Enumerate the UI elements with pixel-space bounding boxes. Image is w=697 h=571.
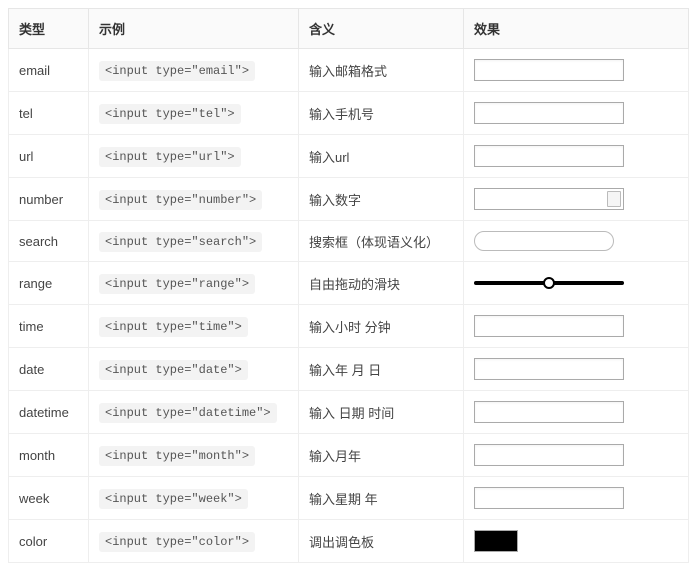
cell-meaning: 输入年 月 日 [299,348,464,391]
table-row: range <input type="range"> 自由拖动的滑块 [9,262,689,305]
table-row: month <input type="month"> 输入月年 [9,434,689,477]
cell-type: number [9,178,89,221]
cell-effect [464,434,689,477]
cell-type: color [9,520,89,563]
input-types-table: 类型 示例 含义 效果 email <input type="email"> 输入邮… [8,8,689,563]
table-row: datetime <input type="datetime"> 输入 日期 时间 [9,391,689,434]
cell-effect [464,92,689,135]
col-header-effect: 效果 [464,9,689,49]
cell-example: <input type="email"> [89,49,299,92]
cell-meaning: 输入星期 年 [299,477,464,520]
code-snippet: <input type="month"> [99,446,255,466]
text-input[interactable] [474,315,624,337]
cell-meaning: 输入小时 分钟 [299,305,464,348]
table-row: email <input type="email"> 输入邮箱格式 [9,49,689,92]
table-row: url <input type="url"> 输入url [9,135,689,178]
col-header-type: 类型 [9,9,89,49]
cell-meaning: 搜索框（体现语义化） [299,221,464,262]
code-snippet: <input type="date"> [99,360,248,380]
cell-meaning: 调出调色板 [299,520,464,563]
text-input[interactable] [474,102,624,124]
cell-effect [464,305,689,348]
cell-example: <input type="number"> [89,178,299,221]
code-snippet: <input type="search"> [99,232,262,252]
text-input[interactable] [474,487,624,509]
table-header-row: 类型 示例 含义 效果 [9,9,689,49]
cell-meaning: 输入url [299,135,464,178]
cell-effect [464,520,689,563]
cell-type: week [9,477,89,520]
table-row: tel <input type="tel"> 输入手机号 [9,92,689,135]
cell-effect [464,262,689,305]
cell-effect [464,49,689,92]
cell-example: <input type="range"> [89,262,299,305]
code-snippet: <input type="datetime"> [99,403,277,423]
search-input[interactable] [474,231,614,251]
cell-meaning: 输入邮箱格式 [299,49,464,92]
code-snippet: <input type="range"> [99,274,255,294]
code-snippet: <input type="time"> [99,317,248,337]
cell-example: <input type="datetime"> [89,391,299,434]
code-snippet: <input type="url"> [99,147,241,167]
text-input[interactable] [474,401,624,423]
cell-example: <input type="color"> [89,520,299,563]
cell-type: tel [9,92,89,135]
table-row: week <input type="week"> 输入星期 年 [9,477,689,520]
table-row: date <input type="date"> 输入年 月 日 [9,348,689,391]
text-input[interactable] [474,145,624,167]
cell-type: date [9,348,89,391]
cell-example: <input type="date"> [89,348,299,391]
code-snippet: <input type="tel"> [99,104,241,124]
cell-meaning: 输入数字 [299,178,464,221]
number-input[interactable] [474,188,624,210]
cell-example: <input type="time"> [89,305,299,348]
cell-effect [464,348,689,391]
cell-meaning: 自由拖动的滑块 [299,262,464,305]
table-row: search <input type="search"> 搜索框（体现语义化） [9,221,689,262]
table-row: color <input type="color"> 调出调色板 [9,520,689,563]
cell-type: datetime [9,391,89,434]
cell-effect [464,135,689,178]
cell-type: time [9,305,89,348]
cell-example: <input type="tel"> [89,92,299,135]
cell-example: <input type="month"> [89,434,299,477]
cell-type: search [9,221,89,262]
table-row: time <input type="time"> 输入小时 分钟 [9,305,689,348]
code-snippet: <input type="number"> [99,190,262,210]
cell-meaning: 输入 日期 时间 [299,391,464,434]
cell-example: <input type="week"> [89,477,299,520]
cell-example: <input type="search"> [89,221,299,262]
table-row: number <input type="number"> 输入数字 [9,178,689,221]
cell-type: month [9,434,89,477]
col-header-meaning: 含义 [299,9,464,49]
code-snippet: <input type="email"> [99,61,255,81]
cell-meaning: 输入月年 [299,434,464,477]
text-input[interactable] [474,358,624,380]
cell-type: email [9,49,89,92]
cell-effect [464,221,689,262]
cell-meaning: 输入手机号 [299,92,464,135]
cell-example: <input type="url"> [89,135,299,178]
code-snippet: <input type="week"> [99,489,248,509]
cell-type: url [9,135,89,178]
text-input[interactable] [474,444,624,466]
color-picker[interactable] [474,530,518,552]
text-input[interactable] [474,59,624,81]
cell-effect [464,477,689,520]
range-slider[interactable] [474,272,624,294]
code-snippet: <input type="color"> [99,532,255,552]
cell-type: range [9,262,89,305]
cell-effect [464,391,689,434]
col-header-example: 示例 [89,9,299,49]
cell-effect [464,178,689,221]
